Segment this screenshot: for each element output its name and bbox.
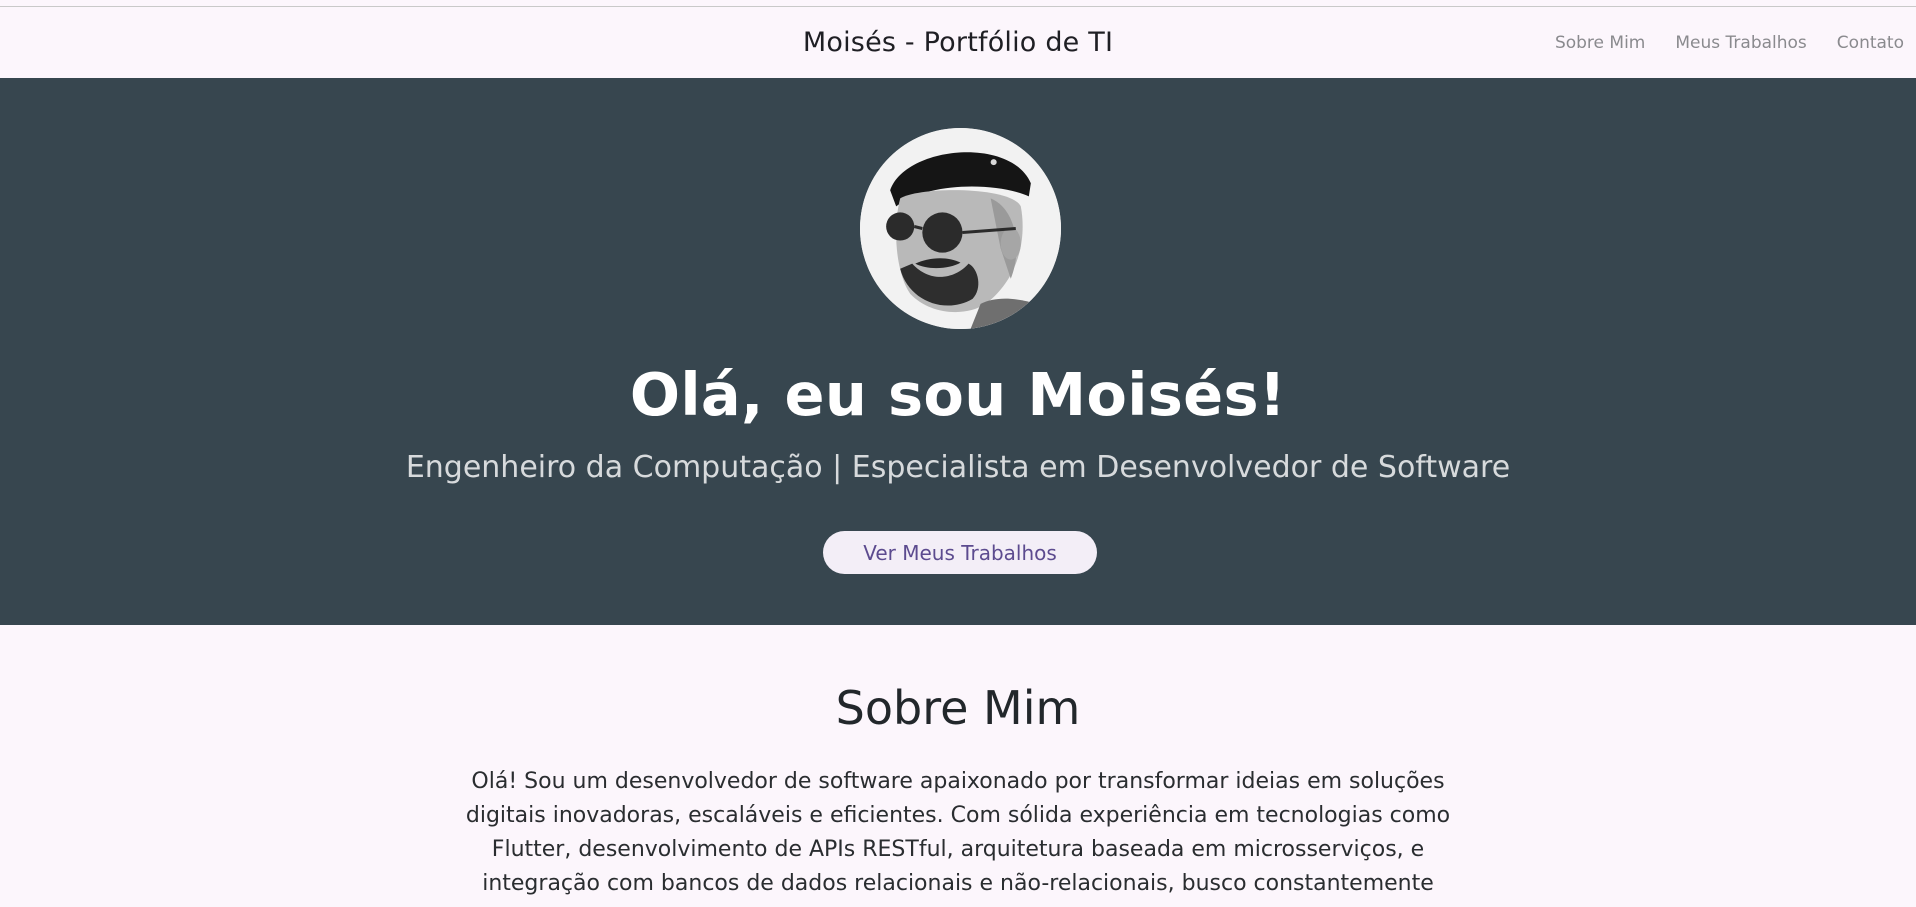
about-title: Sobre Mim bbox=[835, 681, 1081, 735]
navbar: Moisés - Portfólio de TI Sobre Mim Meus … bbox=[0, 7, 1916, 78]
profile-photo bbox=[860, 128, 1061, 329]
hero-section: Olá, eu sou Moisés! Engenheiro da Comput… bbox=[0, 78, 1916, 625]
hero-title: Olá, eu sou Moisés! bbox=[629, 360, 1287, 429]
about-text: Olá! Sou um desenvolvedor de software ap… bbox=[465, 769, 1451, 896]
view-my-work-button[interactable]: Ver Meus Trabalhos bbox=[823, 531, 1097, 574]
hero-subtitle: Engenheiro da Computação | Especialista … bbox=[405, 450, 1511, 485]
nav-link-sobre-mim[interactable]: Sobre Mim bbox=[1555, 33, 1645, 53]
nav-links: Sobre Mim Meus Trabalhos Contato bbox=[1555, 7, 1904, 78]
profile-photo-image bbox=[860, 128, 1061, 329]
nav-link-contato[interactable]: Contato bbox=[1837, 33, 1904, 53]
nav-link-meus-trabalhos[interactable]: Meus Trabalhos bbox=[1675, 33, 1806, 53]
about-section: Sobre Mim Olá! Sou um desenvolvedor de s… bbox=[0, 625, 1916, 907]
